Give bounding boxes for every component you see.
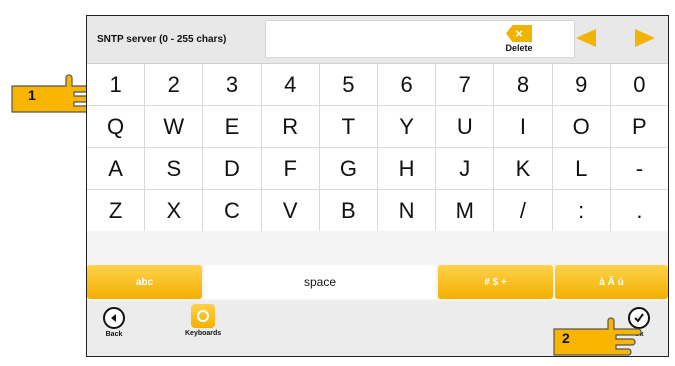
keyboards-label: Keyboards bbox=[185, 330, 222, 337]
callout-number-2: 2 bbox=[562, 330, 570, 346]
key[interactable]: - bbox=[610, 148, 668, 189]
key[interactable]: 3 bbox=[203, 64, 261, 105]
keyboards-button[interactable]: Keyboards bbox=[185, 304, 221, 337]
delete-x-icon: × bbox=[506, 25, 532, 42]
key[interactable]: P bbox=[610, 106, 668, 147]
key[interactable]: 0 bbox=[610, 64, 668, 105]
key[interactable]: 6 bbox=[378, 64, 436, 105]
key[interactable]: F bbox=[261, 148, 319, 189]
key[interactable]: N bbox=[378, 190, 436, 231]
key[interactable]: M bbox=[436, 190, 494, 231]
key[interactable]: V bbox=[261, 190, 319, 231]
arrow-right-icon[interactable] bbox=[635, 29, 655, 47]
key[interactable]: Z bbox=[87, 190, 145, 231]
key[interactable]: W bbox=[145, 106, 203, 147]
key[interactable]: Q bbox=[87, 106, 145, 147]
key[interactable]: X bbox=[145, 190, 203, 231]
function-row: abc space # $ + à Ã ú bbox=[87, 265, 668, 299]
key[interactable]: / bbox=[494, 190, 552, 231]
key[interactable]: C bbox=[203, 190, 261, 231]
delete-label: Delete bbox=[505, 43, 533, 53]
key[interactable]: H bbox=[378, 148, 436, 189]
symbols-button[interactable]: # $ + bbox=[438, 265, 553, 299]
key[interactable]: L bbox=[552, 148, 610, 189]
keyboard-panel: SNTP server (0 - 255 chars) × Delete 1 2… bbox=[86, 15, 669, 357]
key[interactable]: R bbox=[261, 106, 319, 147]
key[interactable]: E bbox=[203, 106, 261, 147]
key[interactable]: 8 bbox=[494, 64, 552, 105]
arrow-left-icon[interactable] bbox=[576, 29, 596, 47]
back-button[interactable]: Back bbox=[103, 307, 125, 338]
key[interactable]: 4 bbox=[261, 64, 319, 105]
field-label: SNTP server (0 - 255 chars) bbox=[97, 34, 227, 45]
accents-button[interactable]: à Ã ú bbox=[555, 265, 668, 299]
key[interactable]: S bbox=[145, 148, 203, 189]
callout-2: 2 bbox=[552, 315, 642, 361]
key[interactable]: K bbox=[494, 148, 552, 189]
key[interactable]: 9 bbox=[552, 64, 610, 105]
globe-icon bbox=[191, 304, 216, 328]
key[interactable]: 5 bbox=[319, 64, 377, 105]
input-bar: SNTP server (0 - 255 chars) × Delete bbox=[87, 16, 668, 63]
key[interactable]: 1 bbox=[87, 64, 145, 105]
key[interactable]: Y bbox=[378, 106, 436, 147]
key[interactable]: B bbox=[319, 190, 377, 231]
key-grid: 1 2 3 4 5 6 7 8 9 0 Q W E R T Y U I O P … bbox=[87, 63, 668, 231]
key[interactable]: 2 bbox=[145, 64, 203, 105]
key[interactable]: J bbox=[436, 148, 494, 189]
key[interactable]: A bbox=[87, 148, 145, 189]
key[interactable]: I bbox=[494, 106, 552, 147]
space-key[interactable]: space bbox=[204, 265, 436, 299]
callout-number-1: 1 bbox=[28, 87, 36, 103]
key[interactable]: O bbox=[552, 106, 610, 147]
key[interactable]: U bbox=[436, 106, 494, 147]
key[interactable]: 7 bbox=[436, 64, 494, 105]
key[interactable]: G bbox=[319, 148, 377, 189]
back-label: Back bbox=[105, 331, 123, 338]
key[interactable]: T bbox=[319, 106, 377, 147]
key[interactable]: : bbox=[552, 190, 610, 231]
delete-button[interactable]: × Delete bbox=[501, 20, 537, 58]
key[interactable]: D bbox=[203, 148, 261, 189]
abc-button[interactable]: abc bbox=[87, 265, 202, 299]
back-icon bbox=[103, 307, 125, 329]
key[interactable]: . bbox=[610, 190, 668, 231]
